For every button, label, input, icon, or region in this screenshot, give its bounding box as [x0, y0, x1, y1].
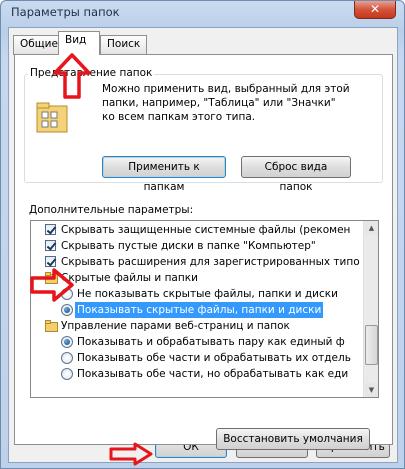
advanced-settings-tree[interactable]: Скрывать защищенные системные файлы (рек… [30, 220, 379, 398]
view-tab-panel: Представление папок Можно применить вид,… [14, 54, 393, 450]
restore-defaults-button[interactable]: Восстановить умолчания [216, 428, 370, 450]
description-line: ко всем папкам этого типа. [102, 111, 256, 123]
annotation-arrow-right-icon [30, 268, 74, 302]
hide-empty-drives-checkbox[interactable] [45, 240, 56, 251]
annotation-arrow-right-ok-icon [109, 442, 153, 466]
description-line: папки, например, "Таблица" или "Значки" [102, 97, 336, 109]
scroll-up-icon[interactable]: ▲ [365, 221, 378, 235]
pair-separate-radio[interactable] [61, 352, 73, 364]
window-title: Параметры папок [11, 5, 120, 19]
hide-extensions-checkbox[interactable] [45, 256, 56, 267]
apply-to-folders-button[interactable]: Применить к папкам [102, 156, 226, 193]
scroll-thumb[interactable] [365, 325, 378, 365]
reset-folders-button[interactable]: Сброс вида папок [241, 156, 351, 193]
hide-protected-checkbox[interactable] [45, 224, 56, 235]
folder-icon [45, 320, 58, 332]
pair-both-radio[interactable] [61, 368, 73, 380]
show-hidden-label: Показывать скрытые файлы, папки и диски [75, 302, 324, 318]
title-bar[interactable]: Параметры папок ✕ [1, 1, 404, 27]
tab-search[interactable]: Поиск [100, 35, 148, 55]
close-button[interactable]: ✕ [354, 1, 396, 19]
advanced-settings-label: Дополнительные параметры: [29, 204, 194, 216]
tree-scrollbar[interactable]: ▲ ▼ [363, 221, 378, 397]
pair-single-radio[interactable] [61, 336, 73, 348]
scroll-down-icon[interactable]: ▼ [365, 383, 378, 397]
annotation-arrow-up-icon [53, 53, 91, 99]
folder-view-description: Можно применить вид, выбранный для этой … [102, 82, 350, 124]
close-icon: ✕ [369, 2, 381, 16]
tab-view[interactable]: Вид [58, 31, 100, 55]
folder-view-icon [36, 102, 68, 133]
description-line: Можно применить вид, выбранный для этой [102, 83, 350, 95]
show-hidden-radio[interactable] [61, 304, 73, 316]
folder-options-window: Параметры папок ✕ Общие Вид Поиск Предст… [0, 0, 405, 469]
